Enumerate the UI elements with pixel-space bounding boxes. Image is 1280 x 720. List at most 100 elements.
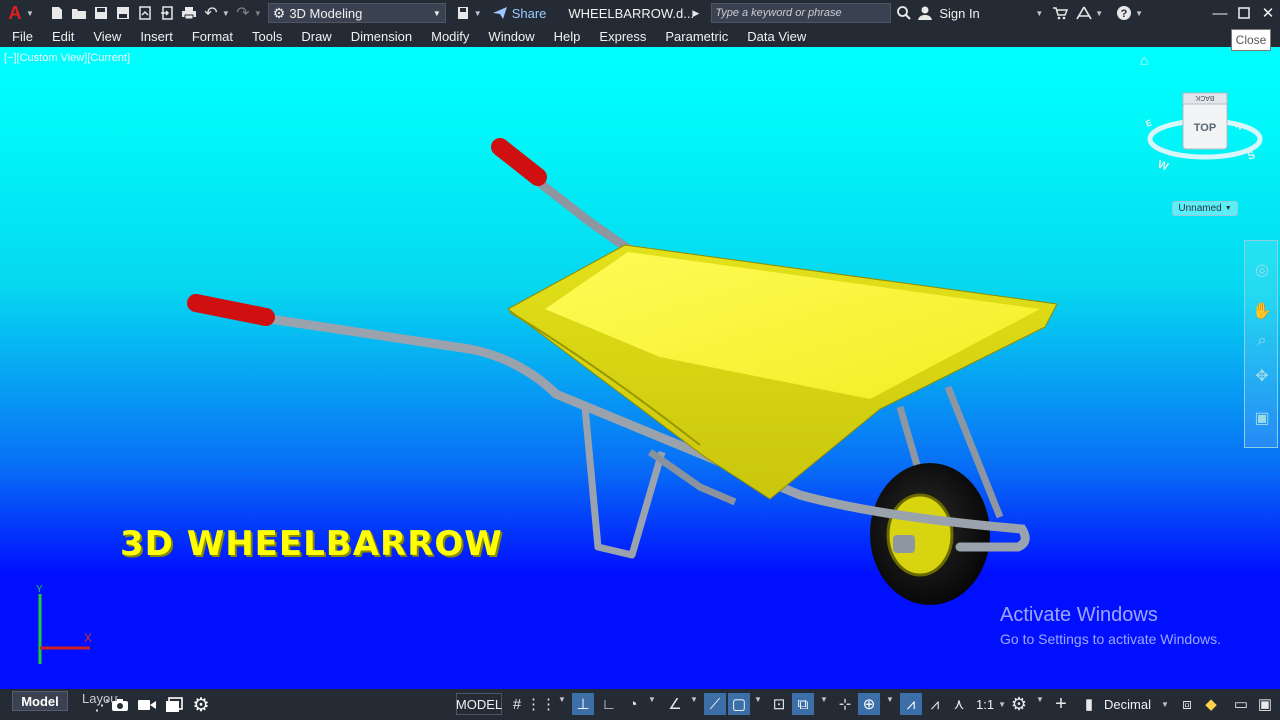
plus-icon[interactable]: + bbox=[1050, 693, 1072, 715]
gizmo-chevron-down-icon[interactable]: ▼ bbox=[886, 695, 894, 704]
osnap-track-chevron-down-icon[interactable]: ▼ bbox=[690, 695, 698, 704]
import-icon[interactable] bbox=[158, 4, 176, 22]
menu-edit[interactable]: Edit bbox=[52, 29, 74, 44]
sign-in-label: Sign In bbox=[939, 5, 980, 21]
units-icon[interactable]: ▮ bbox=[1078, 693, 1100, 715]
windows-icon[interactable] bbox=[164, 695, 184, 715]
undo-chevron-down-icon[interactable]: ▼ bbox=[222, 9, 230, 18]
menu-help[interactable]: Help bbox=[554, 29, 581, 44]
chevron-down-icon: ▼ bbox=[1160, 699, 1169, 709]
ucs-icon: X Y bbox=[36, 584, 92, 664]
workspace-chevron-down-icon[interactable]: ▼ bbox=[1036, 695, 1044, 704]
share-label: Share bbox=[511, 5, 547, 21]
ortho-icon[interactable]: ⊥ bbox=[572, 693, 594, 715]
redo-chevron-down-icon[interactable]: ▼ bbox=[254, 9, 262, 18]
menu-modify[interactable]: Modify bbox=[431, 29, 469, 44]
steering-wheel-icon[interactable]: ◎ bbox=[1250, 258, 1274, 282]
undo-icon[interactable]: ↶ bbox=[202, 4, 220, 22]
compass-west-label: W bbox=[1156, 159, 1170, 174]
menu-data-view[interactable]: Data View bbox=[747, 29, 806, 44]
maximize-icon[interactable] bbox=[1232, 0, 1256, 26]
autodesk-chevron-down-icon[interactable]: ▼ bbox=[1095, 9, 1103, 18]
gizmo-icon[interactable]: ⊕ bbox=[858, 693, 880, 715]
selection-cycling-icon[interactable]: ⊡ bbox=[768, 693, 790, 715]
polar-chevron-down-icon[interactable]: ▼ bbox=[648, 695, 656, 704]
clean-screen-icon[interactable]: ▣ bbox=[1254, 693, 1276, 715]
grid-icon[interactable]: # bbox=[506, 693, 528, 715]
quick-properties-icon[interactable]: ⧈ bbox=[1176, 693, 1198, 715]
menu-view[interactable]: View bbox=[93, 29, 121, 44]
home-icon[interactable]: ⌂ bbox=[1140, 52, 1148, 68]
autocad-a-logo-icon[interactable]: A bbox=[6, 3, 24, 23]
transparency-icon[interactable]: ⊹ bbox=[834, 693, 856, 715]
camera-icon[interactable] bbox=[110, 695, 130, 715]
workspace-selector[interactable]: ⚙ 3D Modeling ▼ bbox=[267, 3, 446, 23]
orbit-icon[interactable]: ✥ bbox=[1250, 364, 1274, 388]
snap-icon[interactable]: ⋮⋮ bbox=[526, 693, 556, 715]
osnap-track-icon[interactable]: ∠ bbox=[664, 693, 686, 715]
sign-in-chevron-down-icon[interactable]: ▼ bbox=[1035, 9, 1043, 18]
share-button[interactable]: Share bbox=[492, 5, 547, 21]
drawing-viewport[interactable]: [−][Custom View][Current] 3D WHEELBARROW… bbox=[0, 47, 1280, 689]
menu-draw[interactable]: Draw bbox=[301, 29, 331, 44]
help-icon[interactable]: ? bbox=[1115, 4, 1133, 22]
sign-in-button[interactable]: Sign In bbox=[917, 5, 1037, 21]
autodesk-icon[interactable] bbox=[1075, 4, 1093, 22]
isodraft-icon[interactable]: ∟ bbox=[598, 693, 620, 715]
units-selector[interactable]: Decimal ▼ bbox=[1104, 693, 1169, 715]
cart-icon[interactable] bbox=[1051, 4, 1069, 22]
open-icon[interactable] bbox=[70, 4, 88, 22]
zoom-icon[interactable]: ⌕ bbox=[1250, 329, 1274, 353]
showmotion-icon[interactable]: ▣ bbox=[1250, 406, 1274, 430]
annotation-scale-icon[interactable]: ⋏ bbox=[948, 693, 970, 715]
workspace-switching-icon[interactable]: ⚙ bbox=[1008, 693, 1030, 715]
auto-scale-icon[interactable]: ⩘ bbox=[924, 693, 946, 715]
expand-arrow-icon[interactable]: ▶ bbox=[692, 8, 699, 19]
video-camera-icon[interactable] bbox=[137, 695, 157, 715]
new-icon[interactable] bbox=[48, 4, 66, 22]
menu-dimension[interactable]: Dimension bbox=[351, 29, 412, 44]
menu-express[interactable]: Express bbox=[599, 29, 646, 44]
menu-window[interactable]: Window bbox=[488, 29, 534, 44]
help-chevron-down-icon[interactable]: ▼ bbox=[1135, 9, 1143, 18]
search-input[interactable] bbox=[711, 3, 892, 23]
model-space-toggle[interactable]: MODEL bbox=[456, 693, 502, 715]
3dosnap-chevron-down-icon[interactable]: ▼ bbox=[754, 695, 762, 704]
menu-format[interactable]: Format bbox=[192, 29, 233, 44]
menu-tools[interactable]: Tools bbox=[252, 29, 282, 44]
print-icon[interactable] bbox=[180, 4, 198, 22]
dynucs-chevron-down-icon[interactable]: ▼ bbox=[820, 695, 828, 704]
publish-icon[interactable] bbox=[136, 4, 154, 22]
settings-gear-icon[interactable]: ⚙ bbox=[191, 695, 211, 716]
minimize-icon[interactable]: — bbox=[1208, 0, 1232, 26]
redo-icon[interactable]: ↷ bbox=[234, 4, 252, 22]
ucs-menu[interactable]: Unnamed ▼ bbox=[1172, 201, 1238, 216]
close-icon[interactable]: ✕ bbox=[1256, 0, 1280, 26]
viewcube[interactable]: BACK TOP S W N E bbox=[1145, 87, 1275, 187]
menu-file[interactable]: File bbox=[12, 29, 33, 44]
customize-chevron-down-icon[interactable]: ▼ bbox=[474, 9, 482, 18]
model-title-text: 3D WHEELBARROW bbox=[120, 524, 503, 564]
isolate-icon[interactable]: ◆ bbox=[1200, 693, 1222, 715]
menu-parametric[interactable]: Parametric bbox=[665, 29, 728, 44]
tab-model[interactable]: Model bbox=[12, 691, 68, 711]
3dosnap-icon[interactable]: ▢ bbox=[728, 693, 750, 715]
menu-bar: File Edit View Insert Format Tools Draw … bbox=[0, 26, 1280, 47]
save-as-icon[interactable] bbox=[114, 4, 132, 22]
polar-icon[interactable]: ◔ bbox=[622, 693, 644, 715]
menu-insert[interactable]: Insert bbox=[140, 29, 173, 44]
quick-access-save-icon[interactable] bbox=[454, 4, 472, 22]
osnap-icon[interactable]: ⟋ bbox=[704, 693, 726, 715]
save-icon[interactable] bbox=[92, 4, 110, 22]
activate-windows-title: Activate Windows bbox=[1000, 604, 1158, 626]
hardware-acceleration-icon[interactable]: ▭ bbox=[1230, 693, 1252, 715]
search-icon[interactable] bbox=[895, 4, 913, 22]
pan-icon[interactable]: ✋ bbox=[1250, 299, 1274, 323]
annotation-scale-selector[interactable]: 1:1 ▼ bbox=[976, 693, 1006, 715]
dynucs-icon[interactable]: ⧉ bbox=[792, 693, 814, 715]
app-menu-chevron-down-icon[interactable]: ▼ bbox=[26, 9, 34, 18]
compass-south-label: S bbox=[1246, 149, 1257, 163]
annotation-visibility-icon[interactable]: ⩘ bbox=[900, 693, 922, 715]
snap-chevron-down-icon[interactable]: ▼ bbox=[558, 695, 566, 704]
layout-options-icon[interactable]: ⋰ bbox=[92, 695, 112, 715]
